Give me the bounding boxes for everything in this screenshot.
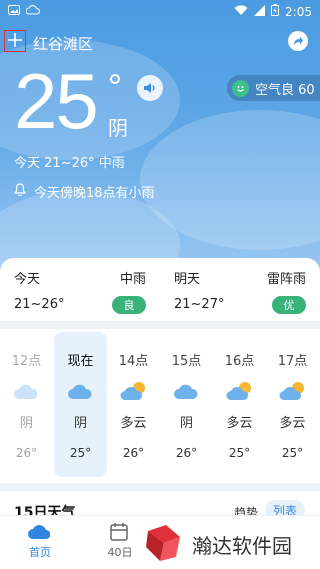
hour-temp: 26° [122,446,145,460]
hour-temp: 25° [228,446,251,460]
hourly-forecast[interactable]: 12点 阴 26° 现在 阴 25° 14点 多云 26° 15点 阴 26° … [0,332,320,477]
day-name: 明天 [174,272,201,287]
hour-temp: 25° [69,446,92,460]
status-bar: 2:05 [0,0,320,24]
speaker-icon [143,79,157,98]
watermark-text: 瀚达软件园 [192,534,292,558]
cloud-icon [173,380,201,402]
hour-time: 12点 [11,354,42,369]
today-summary: 今天 21~26° 中雨 [14,156,125,171]
partly-cloudy-icon [120,380,148,402]
air-quality-pill[interactable]: 空气良 60 [227,75,320,101]
hour-time: 14点 [118,354,149,369]
hour-condition: 阴 [19,416,33,431]
aqi-label: 空气良 60 [255,82,315,98]
rain-alert[interactable]: 今天傍晚18点有小雨 [13,182,155,201]
divider [0,321,320,329]
bell-icon [13,183,27,200]
degree-symbol [110,74,120,84]
add-city-button[interactable] [4,30,26,52]
day-temp-range: 21~26° [14,297,65,312]
smile-icon [232,79,249,97]
hour-item-now[interactable]: 现在 阴 25° [54,332,107,477]
cloud-status-icon [25,4,40,18]
tomorrow-panel[interactable]: 明天 雷阵雨 21~27° 优 [160,266,320,326]
hour-condition: 多云 [226,416,253,431]
hour-temp: 26° [175,446,198,460]
hour-item[interactable]: 16点 多云 25° [213,332,266,477]
rain-alert-text: 今天傍晚18点有小雨 [34,186,155,201]
wifi-icon [234,4,248,19]
day-name: 今天 [14,272,41,287]
day-temp-range: 21~27° [174,297,225,312]
clock-time: 2:05 [285,4,312,19]
hour-condition: 多云 [279,416,306,431]
cloud-icon [67,380,95,402]
hour-item[interactable]: 17点 多云 25° [266,332,319,477]
plus-icon [8,32,22,51]
current-condition: 阴 [108,116,128,140]
home-cloud-icon [28,522,51,542]
calendar-icon [108,522,130,542]
day-condition: 雷阵雨 [266,272,306,287]
day-condition: 中雨 [119,272,146,287]
aqi-badge: 优 [272,296,306,314]
battery-icon [271,4,280,19]
today-panel[interactable]: 今天 中雨 21~26° 良 [0,266,160,326]
aqi-badge: 良 [112,296,146,314]
voice-broadcast-button[interactable] [137,75,163,101]
share-icon [292,32,304,51]
location-label[interactable]: 红谷滩区 [33,33,93,54]
hour-temp: 25° [281,446,304,460]
hour-item[interactable]: 12点 阴 26° [0,332,53,477]
divider [0,483,320,491]
hour-time: 现在 [67,354,94,369]
nav-home[interactable]: 首页 [0,520,80,568]
hour-time: 17点 [277,354,308,369]
hour-item[interactable]: 14点 多云 26° [107,332,160,477]
watermark-logo-icon [144,523,184,567]
watermark: 瀚达软件园 [138,520,320,569]
hour-temp: 26° [15,446,38,460]
image-icon [8,4,20,18]
top-bar: 红谷滩区 [0,28,320,56]
hour-item[interactable]: 15点 阴 26° [160,332,213,477]
hour-condition: 阴 [179,416,193,431]
partly-cloudy-icon [226,380,254,402]
nav-label: 首页 [29,546,51,559]
hour-condition: 多云 [120,416,147,431]
hour-time: 15点 [171,354,202,369]
signal-icon [254,4,266,19]
hour-condition: 阴 [73,416,87,431]
current-temperature: 25 [14,57,99,145]
share-button[interactable] [288,31,308,51]
cloud-icon [13,380,41,402]
partly-cloudy-icon [279,380,307,402]
hour-time: 16点 [224,354,255,369]
